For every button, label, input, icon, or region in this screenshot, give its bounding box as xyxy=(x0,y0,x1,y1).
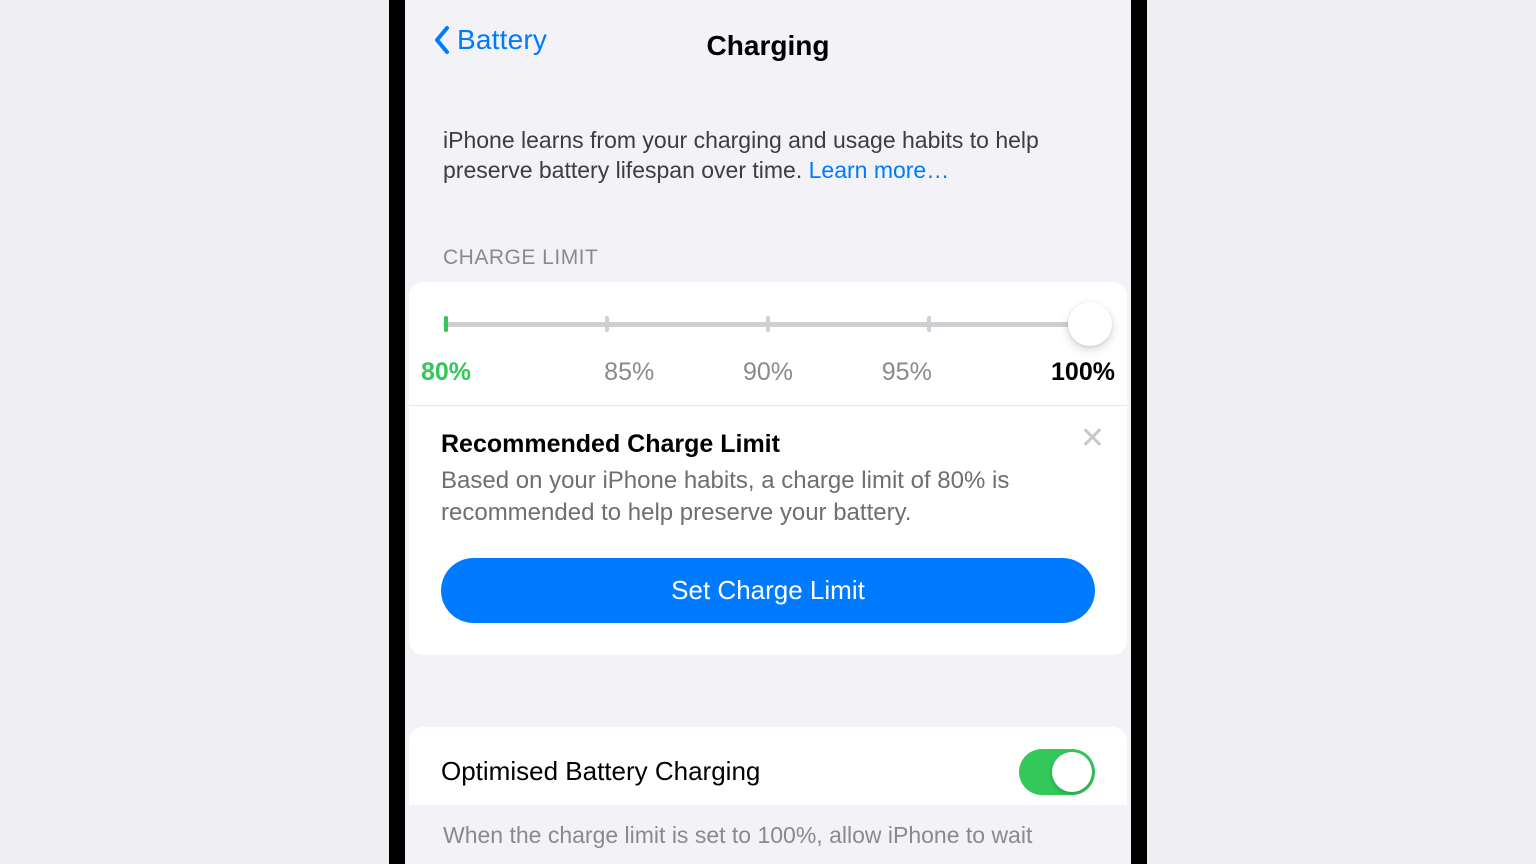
slider-tick xyxy=(444,316,448,332)
slider-label-80: 80% xyxy=(421,358,560,387)
recommendation-title: Recommended Charge Limit xyxy=(441,430,1095,459)
slider-tick xyxy=(927,316,931,332)
optimised-charging-footer: When the charge limit is set to 100%, al… xyxy=(443,821,1093,851)
slider-label-95: 95% xyxy=(837,358,976,387)
back-button[interactable]: Battery xyxy=(433,24,547,56)
slider-label-85: 85% xyxy=(560,358,699,387)
slider-track[interactable] xyxy=(439,306,1097,346)
page-title: Charging xyxy=(707,30,830,62)
slider-label-90: 90% xyxy=(699,358,838,387)
recommendation-panel: ✕ Recommended Charge Limit Based on your… xyxy=(409,406,1127,655)
recommendation-body: Based on your iPhone habits, a charge li… xyxy=(441,465,1095,530)
learn-more-link[interactable]: Learn more… xyxy=(809,157,950,183)
settings-screen: Battery Charging iPhone learns from your… xyxy=(389,0,1147,864)
optimised-charging-toggle[interactable] xyxy=(1019,749,1095,795)
toggle-knob xyxy=(1052,752,1092,792)
intro-body: iPhone learns from your charging and usa… xyxy=(443,127,1039,183)
set-charge-limit-button[interactable]: Set Charge Limit xyxy=(441,558,1095,623)
slider-label-100: 100% xyxy=(976,358,1115,387)
slider-thumb[interactable] xyxy=(1068,302,1112,346)
slider-labels: 80% 85% 90% 95% 100% xyxy=(421,358,1115,387)
chevron-left-icon xyxy=(433,25,451,55)
nav-bar: Battery Charging xyxy=(405,0,1131,74)
slider-tick xyxy=(605,316,609,332)
optimised-charging-row: Optimised Battery Charging xyxy=(409,727,1127,805)
slider-tick xyxy=(766,316,770,332)
close-icon[interactable]: ✕ xyxy=(1080,424,1105,454)
section-header-charge-limit: CHARGE LIMIT xyxy=(443,246,1093,270)
optimised-charging-label: Optimised Battery Charging xyxy=(441,756,760,787)
back-label: Battery xyxy=(457,24,547,56)
charge-limit-card: 80% 85% 90% 95% 100% ✕ Recommended Charg… xyxy=(409,282,1127,655)
charge-limit-slider[interactable]: 80% 85% 90% 95% 100% xyxy=(409,282,1127,406)
intro-text: iPhone learns from your charging and usa… xyxy=(443,126,1093,186)
